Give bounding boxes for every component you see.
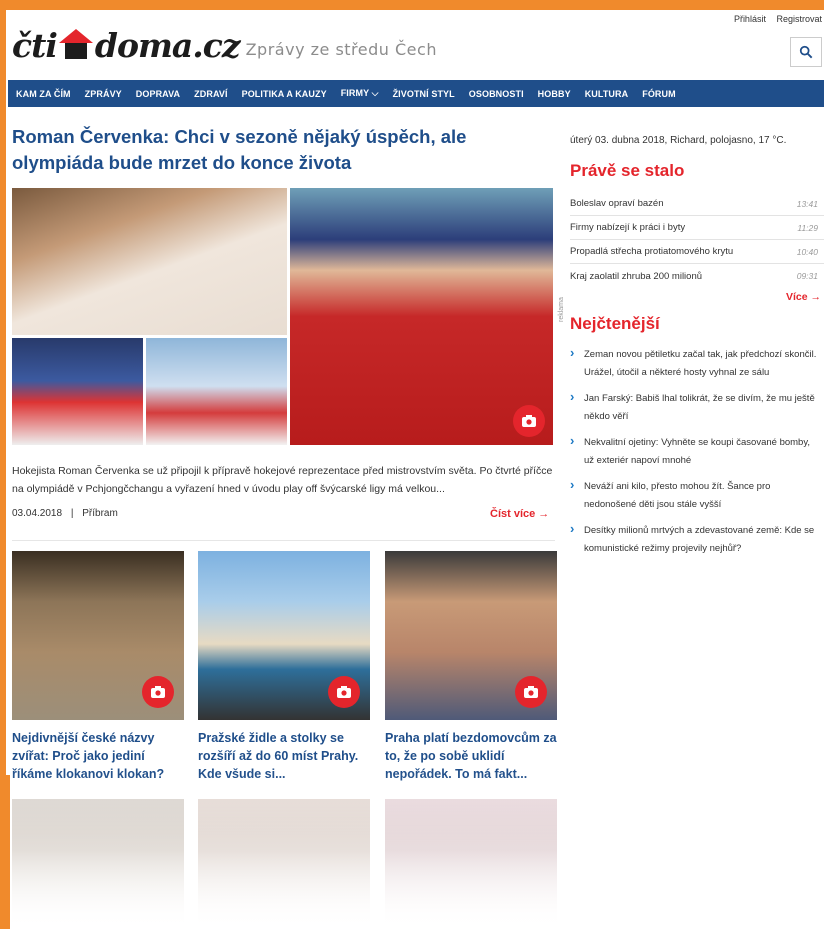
just-happened-title: Právě se stalo	[570, 161, 685, 180]
just-happened-list: Boleslav opraví bazén 13:41 Firmy nabíze…	[570, 192, 824, 288]
card-image-elderly-woman[interactable]	[12, 799, 184, 929]
search-button[interactable]	[790, 37, 822, 67]
most-read-title-text: Desítky milionů mrtvých a zdevastované z…	[584, 525, 815, 554]
gallery-camera-icon[interactable]	[513, 405, 545, 437]
article-card[interactable]: Nejdivnější české názvy zvířat: Proč jak…	[12, 551, 184, 783]
chevron-right-icon: ›	[570, 389, 575, 404]
article-card[interactable]: Pražské židle a stolky se rozšíří až do …	[198, 551, 370, 783]
card-title[interactable]: Nejdivnější české názvy zvířat: Proč jak…	[12, 729, 184, 783]
article-date: 03.04.2018	[12, 508, 63, 519]
nav-item-forum[interactable]: FÓRUM	[642, 89, 676, 99]
nav-item-zivotni-styl[interactable]: ŽIVOTNÍ STYL	[393, 89, 455, 99]
gallery-camera-icon[interactable]	[142, 676, 174, 708]
news-time: 09:31	[796, 271, 818, 281]
list-item[interactable]: Firmy nabízejí k práci i byty 11:29	[570, 216, 824, 240]
nav-item-zdravi[interactable]: ZDRAVÍ	[194, 89, 227, 99]
article-summary: Hokejista Roman Červenka se už připojil …	[12, 465, 553, 495]
ad-label: reklama	[558, 297, 565, 322]
card-image-kangaroo	[12, 551, 184, 720]
gallery-camera-icon[interactable]	[328, 676, 360, 708]
meta-separator: |	[70, 508, 74, 519]
list-item[interactable]: › Zeman novou pětiletku začal tak, jak p…	[570, 346, 820, 382]
list-item[interactable]: › Nekvalitní ojetiny: Vyhněte se koupi č…	[570, 434, 820, 470]
article-headline[interactable]: Roman Červenka: Chci v sezoně nějaký úsp…	[12, 124, 547, 176]
nav-item-hobby[interactable]: HOBBY	[538, 89, 571, 99]
browser-frame: Přihlásit Registrovat čti doma.cz Zprávy…	[0, 10, 824, 929]
card-image-homeless-man	[385, 551, 557, 720]
login-link[interactable]: Přihlásit	[734, 14, 766, 24]
nav-item-zpravy[interactable]: ZPRÁVY	[85, 89, 122, 99]
most-read-title-text: Zeman novou pětiletku začal tak, jak pře…	[584, 349, 817, 378]
gallery-camera-icon[interactable]	[515, 676, 547, 708]
chevron-right-icon: ›	[570, 477, 575, 492]
list-item[interactable]: Kraj zaolatil zhruba 200 milionů 09:31	[570, 264, 824, 288]
nav-item-kultura[interactable]: KULTURA	[585, 89, 629, 99]
nav-item-politika-a-kauzy[interactable]: POLITIKA A KAUZY	[242, 89, 327, 99]
register-link[interactable]: Registrovat	[776, 14, 822, 24]
article-location[interactable]: Příbram	[82, 508, 118, 519]
list-item[interactable]: › Jan Farský: Babiš lhal tolikrát, že se…	[570, 390, 820, 426]
chevron-right-icon: ›	[570, 521, 575, 536]
card-image-back[interactable]	[198, 799, 370, 929]
site-tagline: Zprávy ze středu Čech	[245, 39, 437, 59]
news-time: 13:41	[796, 198, 818, 209]
divider	[12, 540, 555, 541]
logo-text-part1: čti	[12, 25, 58, 65]
most-read-title: Nejčtenější	[570, 314, 660, 333]
list-item[interactable]: › Neváží ani kilo, přesto mohou žít. Šan…	[570, 478, 820, 514]
news-time: 10:40	[796, 246, 818, 257]
news-title: Firmy nabízejí k práci i byty	[570, 222, 686, 233]
account-links: Přihlásit Registrovat	[726, 14, 822, 24]
nav-item-doprava[interactable]: DOPRAVA	[136, 89, 180, 99]
article-card[interactable]: Praha platí bezdomovcům za to, že po sob…	[385, 551, 557, 783]
read-more-link[interactable]: Číst více →	[490, 508, 549, 520]
list-item[interactable]: Propadlá střecha protiatomového krytu 10…	[570, 240, 824, 264]
most-read-title-text: Jan Farský: Babiš lhal tolikrát, že se d…	[584, 393, 815, 422]
news-title: Kraj zaolatil zhruba 200 milionů	[570, 270, 703, 282]
house-logo-icon	[58, 29, 93, 61]
site-logo[interactable]: čti doma.cz Zprávy ze středu Čech	[12, 22, 437, 68]
most-read-title-text: Neváží ani kilo, přesto mohou žít. Šance…	[584, 481, 771, 510]
main-nav: KAM ZA ČÍM ZPRÁVY DOPRAVA ZDRAVÍ POLITIK…	[8, 80, 824, 107]
most-read-title-text: Nekvalitní ojetiny: Vyhněte se koupi čas…	[584, 437, 811, 466]
nav-item-firmy-dropdown[interactable]: FIRMY ⌵	[341, 88, 379, 99]
news-time: 11:29	[797, 222, 818, 233]
hero-gallery[interactable]	[12, 188, 553, 445]
hero-photo-hockey-player	[12, 338, 143, 445]
frame-edge	[0, 775, 10, 929]
nav-item-osobnosti[interactable]: OSOBNOSTI	[469, 89, 524, 99]
card-title[interactable]: Pražské židle a stolky se rozšíří až do …	[198, 729, 370, 783]
list-item[interactable]: Boleslav opraví bazén 13:41	[570, 192, 824, 216]
article-meta: 03.04.2018 | Příbram	[12, 508, 118, 519]
logo-text-part2: doma.cz	[94, 25, 241, 65]
most-read-list: › Zeman novou pětiletku začal tak, jak p…	[570, 346, 820, 566]
hero-photo-fans	[146, 338, 287, 445]
nav-item-kam-za-cim[interactable]: KAM ZA ČÍM	[16, 89, 71, 99]
chevron-right-icon: ›	[570, 345, 575, 360]
chevron-right-icon: ›	[570, 433, 575, 448]
hero-photo-portrait	[290, 188, 553, 445]
more-news-link[interactable]: Více →	[786, 291, 821, 303]
dateline: úterý 03. dubna 2018, Richard, polojasno…	[570, 135, 787, 146]
search-icon	[799, 45, 813, 59]
news-title: Boleslav opraví bazén	[570, 198, 664, 209]
page: Přihlásit Registrovat čti doma.cz Zprávy…	[0, 10, 824, 929]
card-title[interactable]: Praha platí bezdomovcům za to, že po sob…	[385, 729, 557, 783]
card-image-prague-chairs	[198, 551, 370, 720]
card-image-child[interactable]	[385, 799, 557, 929]
list-item[interactable]: › Desítky milionů mrtvých a zdevastované…	[570, 522, 820, 558]
news-title: Propadlá střecha protiatomového krytu	[570, 246, 734, 257]
hero-photo-couple	[12, 188, 287, 335]
